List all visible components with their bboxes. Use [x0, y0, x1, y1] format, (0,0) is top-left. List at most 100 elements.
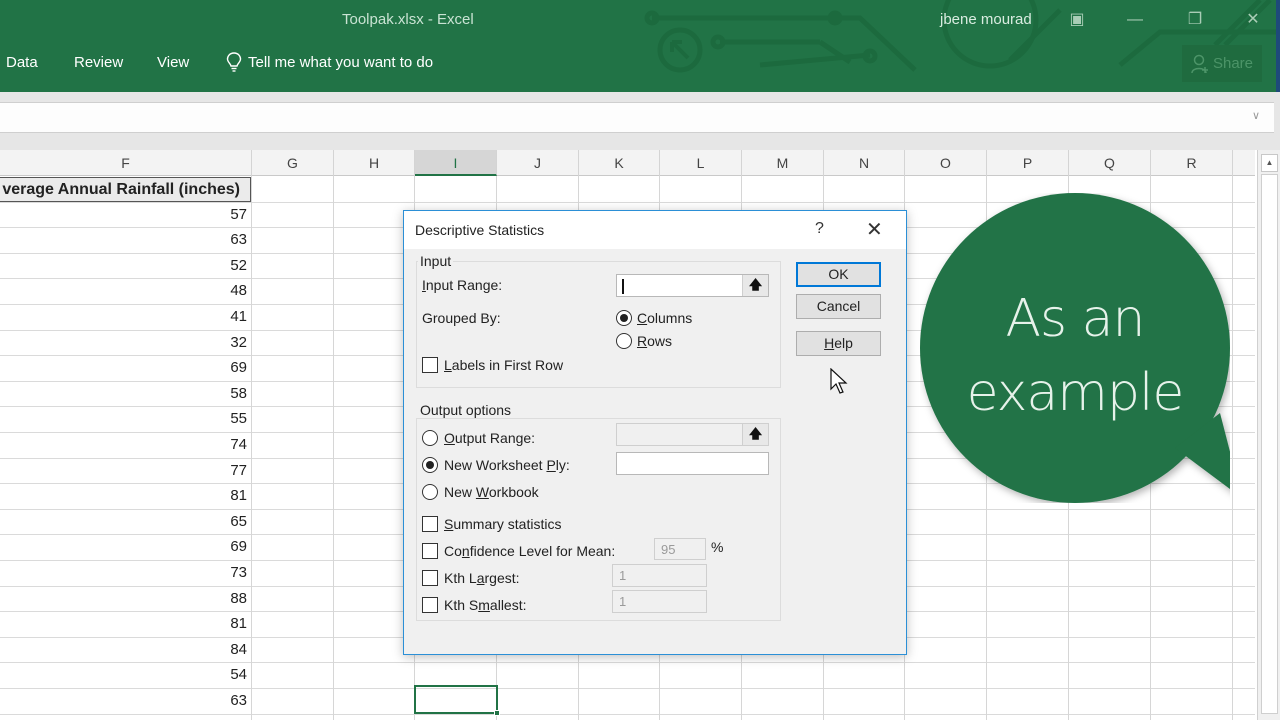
input-range-label-text: nput Range:	[425, 277, 503, 293]
column-header-l[interactable]: L	[660, 150, 742, 176]
expand-formula-bar-icon[interactable]: ∨	[1252, 109, 1260, 122]
rainfall-cell[interactable]: 74	[0, 432, 250, 457]
collapse-arrow-icon: 🡅	[748, 426, 763, 441]
help-button[interactable]: Help	[796, 331, 881, 356]
column-header-j[interactable]: J	[497, 150, 579, 176]
column-header-g[interactable]: G	[252, 150, 334, 176]
confidence-level-field[interactable]: 95	[654, 538, 706, 560]
rainfall-cell[interactable]: 84	[0, 637, 250, 662]
rainfall-cell[interactable]: 58	[0, 381, 250, 406]
formula-bar-area: ∨	[0, 92, 1280, 150]
labels-first-row-label[interactable]: Labels in First Row	[444, 357, 563, 373]
confidence-level-checkbox[interactable]	[422, 543, 438, 559]
lightbulb-icon	[226, 52, 242, 72]
rainfall-cell[interactable]: 69	[0, 355, 250, 380]
kth-smallest-field[interactable]: 1	[612, 590, 707, 613]
column-header-cell-rainfall[interactable]: verage Annual Rainfall (inches)	[0, 177, 251, 202]
rainfall-cell[interactable]: 41	[0, 304, 250, 329]
dialog-help-icon[interactable]: ?	[815, 220, 824, 238]
rainfall-cell[interactable]: 48	[0, 278, 250, 303]
cancel-button[interactable]: Cancel	[796, 294, 881, 319]
callout-line-2: example	[966, 363, 1185, 423]
rainfall-cell[interactable]: 57	[0, 202, 250, 227]
column-header-f[interactable]: F	[0, 150, 252, 176]
rainfall-cell[interactable]: 52	[0, 253, 250, 278]
input-range-collapse-button[interactable]: 🡅	[742, 275, 768, 296]
callout-line-1: As an	[1005, 289, 1145, 349]
fill-handle[interactable]	[494, 710, 500, 716]
tell-me-search[interactable]: Tell me what you want to do	[226, 52, 433, 72]
radio-output-range[interactable]	[422, 430, 438, 446]
radio-grouped-columns[interactable]	[616, 310, 632, 326]
radio-grouped-columns-label[interactable]: Columns	[637, 310, 692, 326]
radio-new-workbook[interactable]	[422, 484, 438, 500]
close-button[interactable]: ✕	[1238, 6, 1268, 34]
callout-text: As an example	[920, 282, 1230, 430]
scroll-up-arrow-icon[interactable]: ▲	[1261, 154, 1278, 172]
summary-statistics-label[interactable]: Summary statistics	[444, 516, 561, 532]
tab-view[interactable]: View	[157, 54, 189, 71]
rainfall-cell[interactable]: 77	[0, 458, 250, 483]
ribbon-display-options-button[interactable]: ▣	[1062, 6, 1092, 34]
active-cell[interactable]	[414, 685, 500, 716]
new-worksheet-ply-field[interactable]	[616, 452, 769, 475]
tab-data[interactable]: Data	[6, 54, 38, 71]
help-button-text: elp	[834, 335, 853, 351]
radio-grouped-rows-label[interactable]: Rows	[637, 333, 672, 349]
summary-statistics-checkbox[interactable]	[422, 516, 438, 532]
rainfall-cell[interactable]: 65	[0, 509, 250, 534]
kth-largest-field[interactable]: 1	[612, 564, 707, 587]
kth-smallest-label[interactable]: Kth Smallest:	[444, 597, 527, 613]
new-workbook-label[interactable]: New Workbook	[444, 484, 539, 500]
summary-statistics-text: ummary statistics	[453, 516, 562, 532]
share-button[interactable]: Share	[1182, 45, 1262, 82]
rainfall-cell[interactable]: 81	[0, 611, 250, 636]
ok-button[interactable]: OK	[796, 262, 881, 287]
radio-grouped-rows[interactable]	[616, 333, 632, 349]
column-header-q[interactable]: Q	[1069, 150, 1151, 176]
mouse-pointer-icon	[830, 368, 848, 394]
input-range-field[interactable]: 🡅	[616, 274, 769, 297]
vertical-scrollbar[interactable]: ▲	[1257, 150, 1280, 720]
column-header-h[interactable]: H	[334, 150, 415, 176]
kth-smallest-value: 1	[619, 594, 627, 609]
rainfall-cell[interactable]: 73	[0, 560, 250, 585]
dialog-close-icon[interactable]: ✕	[866, 217, 883, 242]
labels-first-row-checkbox[interactable]	[422, 357, 438, 373]
rainfall-cell[interactable]: 69	[0, 534, 250, 559]
minimize-button[interactable]: —	[1120, 6, 1150, 34]
column-header-k[interactable]: K	[579, 150, 660, 176]
input-range-label: Input Range:	[422, 277, 503, 293]
confidence-level-value: 95	[661, 542, 676, 557]
column-header-p[interactable]: P	[987, 150, 1069, 176]
user-name[interactable]: jbene mourad	[940, 11, 1032, 28]
column-header-r[interactable]: R	[1151, 150, 1233, 176]
new-worksheet-ply-label[interactable]: New Worksheet Ply:	[444, 457, 570, 473]
rainfall-cell[interactable]: 32	[0, 330, 250, 355]
restore-button[interactable]: ❐	[1180, 6, 1210, 34]
share-label: Share	[1212, 55, 1254, 72]
formula-input[interactable]: ∨	[0, 102, 1274, 133]
column-header-n[interactable]: N	[824, 150, 905, 176]
output-range-label[interactable]: Output Range:	[444, 430, 535, 446]
kth-smallest-checkbox[interactable]	[422, 597, 438, 613]
rainfall-cell[interactable]: 54	[0, 662, 250, 687]
tab-review[interactable]: Review	[74, 54, 123, 71]
column-header-o[interactable]: O	[905, 150, 987, 176]
rainfall-cell[interactable]: 81	[0, 483, 250, 508]
rainfall-cell[interactable]: 55	[0, 406, 250, 431]
rainfall-cell[interactable]: 63	[0, 227, 250, 252]
output-range-text: utput Range:	[454, 430, 536, 446]
output-range-field[interactable]: 🡅	[616, 423, 769, 446]
scrollbar-thumb[interactable]	[1261, 174, 1278, 714]
dialog-title-bar[interactable]: Descriptive Statistics ? ✕	[404, 211, 906, 249]
column-header-i[interactable]: I	[415, 150, 497, 176]
radio-new-worksheet-ply[interactable]	[422, 457, 438, 473]
rainfall-cell[interactable]: 63	[0, 688, 250, 713]
column-header-m[interactable]: M	[742, 150, 824, 176]
confidence-level-label[interactable]: Confidence Level for Mean:	[444, 543, 615, 559]
rainfall-cell[interactable]: 88	[0, 586, 250, 611]
kth-largest-label[interactable]: Kth Largest:	[444, 570, 520, 586]
kth-largest-checkbox[interactable]	[422, 570, 438, 586]
output-range-collapse-button[interactable]: 🡅	[742, 424, 768, 445]
